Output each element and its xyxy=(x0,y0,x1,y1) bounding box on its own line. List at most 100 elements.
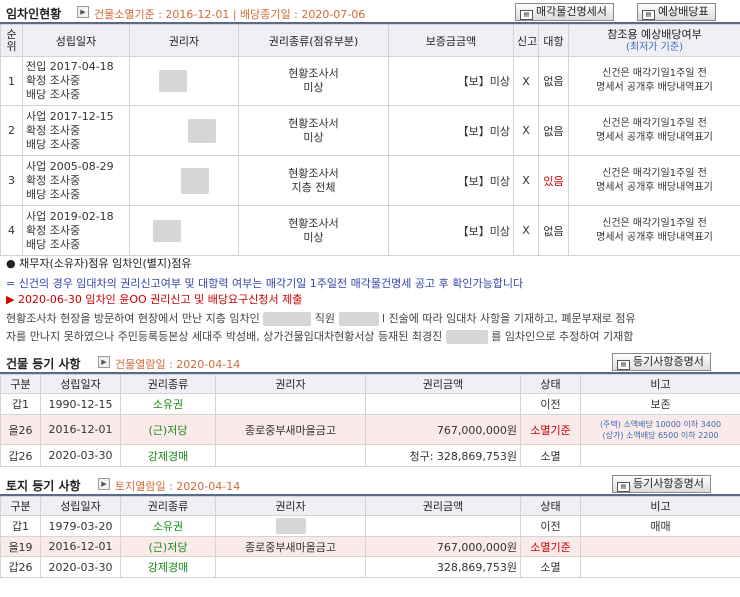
survey-text: 직원 xyxy=(314,312,335,325)
date-line: 배당 조사중 xyxy=(26,187,81,201)
tenant-subtitle: 건물소멸기준 : 2016-12-01 | 배당종기일 : 2020-07-06 xyxy=(94,8,366,21)
redacted-name xyxy=(263,312,312,326)
reference-cell: 신건은 매각기일1주일 전 명세서 공개후 배당내역표기 xyxy=(568,105,740,156)
reference-line: 명세서 공개후 배당내역표기 xyxy=(596,181,713,193)
date-line: 사업 2019-02-18 xyxy=(26,209,114,223)
survey-text: 를 임차인으로 추정하여 기재함 xyxy=(491,330,634,343)
col-reference: 참조용 예상배당여부 (최저가 기준) xyxy=(568,24,740,57)
col-date: 성립일자 xyxy=(40,374,121,394)
expected-dividend-button[interactable]: ▤ 예상배당표 xyxy=(637,3,716,21)
occupancy-legend: ● 채무자(소유자)점유 임차인(별지)점유 xyxy=(6,257,192,270)
deposit-cell: 【보】미상 xyxy=(388,56,514,106)
table-row: 갑1 1979-03-20 소유권 이전 매매 xyxy=(0,515,740,537)
holder-cell xyxy=(129,56,239,106)
col-holder: 권리자 xyxy=(215,374,366,394)
remark-cell xyxy=(580,556,740,578)
survey-text: 현황조사차 현장을 방문하여 현장에서 만난 지층 임차인 xyxy=(6,312,260,325)
table-row: 을19 2016-12-01 (근)저당 종로중부새마을금고 767,000,0… xyxy=(0,536,740,557)
reference-line: 신건은 매각기일1주일 전 xyxy=(602,167,707,179)
land-section-header: 토지 등기 사항 ▶ 토지열람일 : 2020-04-14 ▤ 등기사항증명서 xyxy=(0,472,740,496)
right-type-cell: 현황조사서 미상 xyxy=(238,105,389,156)
table-row: 2 사업 2017-12-15 확정 조사중 배당 조사중 현황조사서 미상 【보】미… xyxy=(0,105,740,156)
date-cell: 전입 2017-04-18 확정 조사중 배당 조사중 xyxy=(22,56,130,106)
division-cell: 갑26 xyxy=(0,556,41,578)
col-holder: 권리자 xyxy=(215,496,366,516)
reference-line: 명세서 공개후 배당내역표기 xyxy=(596,231,713,243)
table-row: 갑1 1990-12-15 소유권 이전 보존 xyxy=(0,393,740,415)
report-cell: X xyxy=(513,155,539,206)
date-line: 확정 조사중 xyxy=(26,123,81,137)
col-right-type: 권리종류(점유부분) xyxy=(238,24,389,57)
holder-cell: 종로중부새마을금고 xyxy=(215,536,366,557)
amount-cell: 767,000,000원 xyxy=(365,414,521,445)
date-line: 확정 조사중 xyxy=(26,173,81,187)
document-icon: ▤ xyxy=(617,360,630,370)
col-date: 성립일자 xyxy=(22,24,130,57)
right-type-cell: 강제경매 xyxy=(120,556,216,578)
report-cell: X xyxy=(513,105,539,156)
report-cell: X xyxy=(513,56,539,106)
redacted-name xyxy=(275,518,306,534)
reference-line: 명세서 공개후 배당내역표기 xyxy=(596,82,713,93)
right-type-cell: 소유권 xyxy=(120,515,216,537)
building-subtitle: 건물열람일 : 2020-04-14 xyxy=(115,358,241,371)
contest-cell: 없음 xyxy=(538,56,569,106)
date-cell: 2020-03-30 xyxy=(40,444,121,467)
reference-line: 신건은 매각기일1주일 전 xyxy=(602,217,707,229)
holder-cell xyxy=(215,444,366,467)
holder-cell xyxy=(129,105,239,156)
remark-cell: 보존 xyxy=(580,393,740,415)
arrow-right-icon[interactable]: ▶ xyxy=(77,6,89,18)
date-cell: 2020-03-30 xyxy=(40,556,121,578)
reference-cell: 신건은 매각기일1주일 전명세서 공개후 배당내역표기 xyxy=(568,205,740,256)
status-cell: 소멸기준 xyxy=(520,536,581,557)
col-deposit: 보증금금액 xyxy=(388,24,514,57)
survey-remarks: 현황조사차 현장을 방문하여 현장에서 만난 지층 임차인 직원 l 진술에 따… xyxy=(0,308,740,350)
table-row: 1 전입 2017-04-18 확정 조사중 배당 조사중 현황조사서 미상 【보】미… xyxy=(0,56,740,106)
deposit-cell: 【보】미상 xyxy=(388,205,514,256)
redacted-name xyxy=(159,70,187,92)
survey-text: 자를 만나지 못하였으나 주민등록등본상 세대주 박성배, 상가건물임대차현황서… xyxy=(6,330,443,343)
building-registry-button[interactable]: ▤ 등기사항증명서 xyxy=(612,353,711,371)
status-cell: 이전 xyxy=(520,393,581,415)
col-rank: 순위 xyxy=(0,24,23,57)
col-status: 상태 xyxy=(520,496,581,516)
deposit-cell: 【보】미상 xyxy=(388,155,514,206)
filing-notice: ▶ 2020-06-30 임차인 윤OO 권리신고 및 배당요구신청서 제출 xyxy=(6,293,303,306)
holder-cell xyxy=(215,393,366,415)
table-row: 3 사업 2005-08-29 확정 조사중 배당 조사중 현황조사서 지층 전체 【… xyxy=(0,155,740,206)
arrow-right-icon[interactable]: ▶ xyxy=(98,478,110,490)
reference-cell: 신건은 매각기일1주일 전 명세서 공개후 배당내역표기 xyxy=(568,56,740,106)
amount-cell xyxy=(365,393,521,415)
redacted-name xyxy=(153,219,181,242)
remark-cell: (주택) 소액배당 10000 이하 3400 (상가) 소액배당 6500 이하… xyxy=(580,414,740,445)
status-cell: 이전 xyxy=(520,515,581,537)
right-type-line: 지층 전체 xyxy=(291,180,336,194)
date-line: 배당 조사중 xyxy=(26,88,81,101)
holder-cell: 종로중부새마을금고 xyxy=(215,414,366,445)
building-section-title: 건물 등기 사항 xyxy=(6,357,81,371)
contest-cell: 없음 xyxy=(538,105,569,156)
date-line: 전입 2017-04-18 xyxy=(26,60,114,73)
date-cell: 2016-12-01 xyxy=(40,414,121,445)
col-amount: 권리금액 xyxy=(365,496,521,516)
holder-cell xyxy=(215,515,366,537)
right-type-line: 미상 xyxy=(303,230,324,244)
document-icon: ▤ xyxy=(642,10,655,20)
arrow-right-icon[interactable]: ▶ xyxy=(98,356,110,368)
land-registry-button[interactable]: ▤ 등기사항증명서 xyxy=(612,475,711,493)
date-cell: 사업 2017-12-15 확정 조사중 배당 조사중 xyxy=(22,105,130,156)
col-right-type: 권리종류 xyxy=(120,496,216,516)
rank-cell: 1 xyxy=(0,56,23,106)
rank-cell: 4 xyxy=(0,205,23,256)
sale-statement-button[interactable]: ▤ 매각물건명세서 xyxy=(515,3,614,21)
right-type-cell: (근)저당 xyxy=(120,414,216,445)
date-line: 확정 조사중 xyxy=(26,223,81,237)
reference-line: 명세서 공개후 배당내역표기 xyxy=(596,131,713,143)
redacted-name xyxy=(188,118,216,143)
col-report: 신고 xyxy=(513,24,539,57)
date-line: 배당 조사중 xyxy=(26,137,81,151)
document-icon: ▤ xyxy=(520,10,533,20)
right-type-cell: 강제경매 xyxy=(120,444,216,467)
col-reference-label: 참조용 예상배당여부 xyxy=(607,27,702,41)
